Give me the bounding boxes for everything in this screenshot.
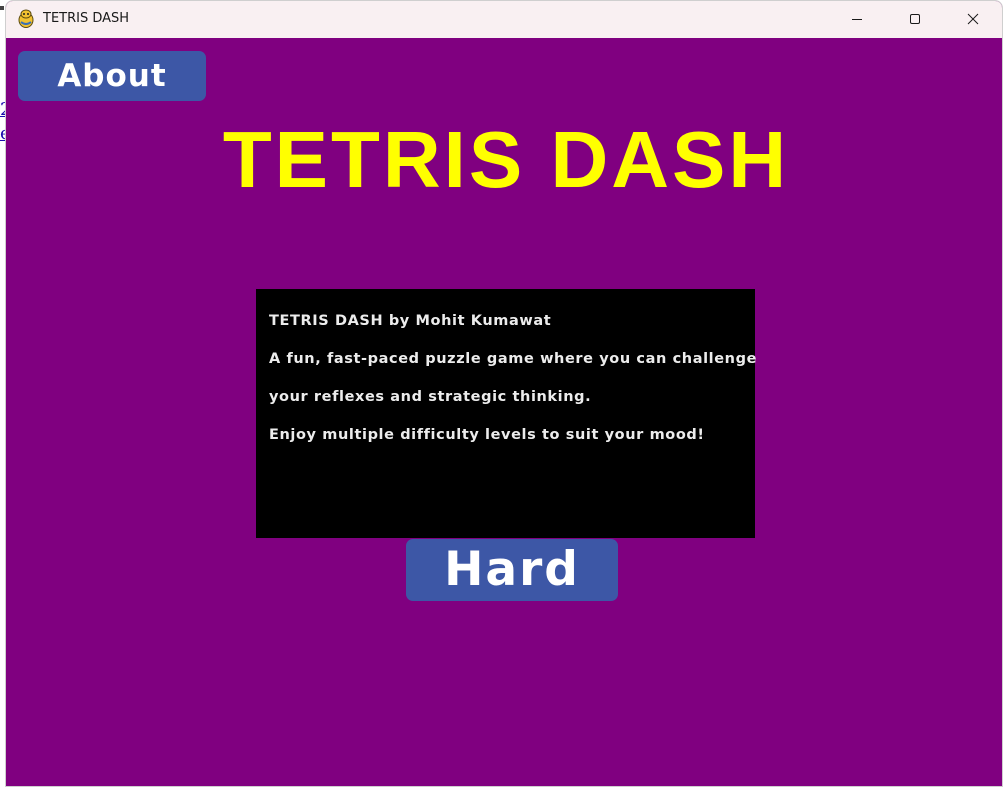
close-icon [967, 13, 979, 25]
background-artifact [0, 6, 4, 10]
maximize-icon [910, 14, 920, 24]
game-screen: About TETRIS DASH TETRIS DASH by Mohit K… [6, 38, 1002, 786]
minimize-icon [852, 19, 862, 20]
info-line-credits: TETRIS DASH by Mohit Kumawat [269, 313, 552, 329]
about-button[interactable]: About [18, 51, 206, 101]
about-info-panel: TETRIS DASH by Mohit Kumawat A fun, fast… [256, 289, 757, 538]
pygame-snake-icon [16, 9, 36, 29]
info-line-difficulty: Enjoy multiple difficulty levels to suit… [269, 427, 705, 443]
game-window: TETRIS DASH About TETRIS DASH TETRIS DAS… [5, 0, 1003, 787]
minimize-button[interactable] [828, 1, 886, 38]
close-button[interactable] [944, 1, 1002, 38]
info-line-description: A fun, fast-paced puzzle game where you … [269, 351, 757, 367]
window-title: TETRIS DASH [43, 11, 130, 26]
game-title: TETRIS DASH [222, 115, 790, 204]
title-bar[interactable]: TETRIS DASH [6, 1, 1002, 38]
maximize-button[interactable] [886, 1, 944, 38]
hard-difficulty-button[interactable]: Hard [406, 539, 618, 601]
info-line-description-cont: your reflexes and strategic thinking. [269, 389, 592, 405]
